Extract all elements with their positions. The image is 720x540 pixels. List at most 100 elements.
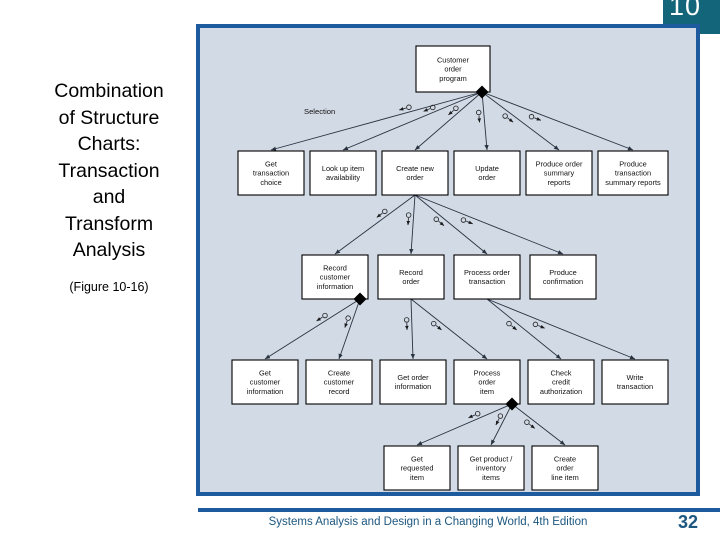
node-produce-order-summary-reports[interactable]: Produce ordersummaryreports — [525, 150, 593, 196]
figure-caption: (Figure 10-16) — [69, 279, 149, 294]
data-couple-record-order — [405, 212, 412, 226]
data-couple-produce-order-summary-reports — [502, 113, 514, 123]
node-update-order[interactable]: Updateorder — [453, 150, 521, 196]
node-label-create-new-order: order — [406, 173, 424, 182]
node-label-process-order-item: order — [478, 378, 496, 387]
data-couple-record-customer-information — [376, 208, 388, 218]
node-label-get-customer-information: information — [247, 387, 284, 396]
node-label-create-order-line-item: line item — [551, 473, 579, 482]
node-label-process-order-item: Process — [474, 368, 501, 377]
footer-citation: Systems Analysis and Design in a Changin… — [268, 516, 588, 528]
node-label-get-requested-item: item — [410, 473, 424, 482]
node-label-get-requested-item: requested — [401, 464, 434, 473]
node-process-order-item[interactable]: Processorderitem — [453, 359, 521, 411]
connector-create-new-order-to-process-order-transaction — [414, 194, 488, 255]
data-couple-get-transaction-choice — [399, 104, 412, 111]
node-label-customer-order-program: Customer — [437, 55, 470, 64]
connector-process-order-item-to-create-order-line-item — [511, 403, 566, 446]
node-produce-transaction-summary-reports[interactable]: Producetransactionsummary reports — [597, 150, 669, 196]
data-couple-produce-confirmation — [460, 217, 473, 225]
connector-record-customer-information-to-create-customer-record — [338, 298, 361, 360]
node-label-write-transaction: transaction — [617, 382, 653, 391]
node-label-get-product-inventory-items: inventory — [476, 464, 506, 473]
node-layer: CustomerorderprogramGettransactionchoice… — [231, 45, 669, 491]
connector-customer-order-program-to-create-new-order — [414, 91, 483, 151]
node-label-create-new-order: Create new — [396, 164, 434, 173]
node-record-customer-information[interactable]: Recordcustomerinformation — [301, 254, 369, 306]
title-area: Combination of Structure Charts: Transac… — [18, 78, 200, 294]
connector-customer-order-program-to-update-order — [481, 91, 489, 151]
node-process-order-transaction[interactable]: Process ordertransaction — [453, 254, 521, 300]
node-customer-order-program[interactable]: Customerorderprogram — [415, 45, 491, 99]
node-get-customer-information[interactable]: Getcustomerinformation — [231, 359, 299, 405]
node-look-up-item-availability[interactable]: Look up itemavailability — [309, 150, 377, 196]
connector-create-new-order-to-record-order — [409, 194, 416, 255]
node-label-produce-order-summary-reports: summary — [544, 169, 575, 178]
data-couple-check-credit-authorization — [506, 320, 517, 331]
data-couple-get-customer-information — [316, 312, 328, 322]
connector-process-order-transaction-to-check-credit-authorization — [486, 298, 562, 360]
chapter-number: 10 — [669, 0, 702, 21]
node-label-get-customer-information: customer — [250, 378, 281, 387]
node-create-new-order[interactable]: Create neworder — [381, 150, 449, 196]
node-label-create-order-line-item: order — [556, 464, 574, 473]
node-produce-confirmation[interactable]: Produceconfirmation — [529, 254, 597, 300]
node-get-transaction-choice[interactable]: Gettransactionchoice — [237, 150, 305, 196]
node-label-check-credit-authorization: authorization — [540, 387, 582, 396]
node-label-customer-order-program: order — [444, 65, 462, 74]
node-label-get-product-inventory-items: Get product / — [470, 454, 514, 463]
node-label-produce-transaction-summary-reports: summary reports — [605, 178, 661, 187]
node-label-get-transaction-choice: Get — [265, 159, 277, 168]
node-get-requested-item[interactable]: Getrequesteditem — [383, 445, 451, 491]
node-label-customer-order-program: program — [439, 74, 467, 83]
connector-process-order-transaction-to-write-transaction — [486, 298, 636, 360]
connector-customer-order-program-to-produce-order-summary-reports — [481, 91, 560, 151]
data-couple-get-requested-item — [468, 411, 481, 419]
node-get-order-information[interactable]: Get orderinformation — [379, 359, 447, 405]
node-label-get-customer-information: Get — [259, 368, 271, 377]
connector-create-new-order-to-produce-confirmation — [414, 194, 564, 255]
node-label-create-customer-record: record — [329, 387, 350, 396]
node-write-transaction[interactable]: Writetransaction — [601, 359, 669, 405]
node-label-record-order: order — [402, 277, 420, 286]
node-label-check-credit-authorization: credit — [552, 378, 570, 387]
node-label-update-order: Update — [475, 164, 499, 173]
node-create-customer-record[interactable]: Createcustomerrecord — [305, 359, 373, 405]
node-label-check-credit-authorization: Check — [551, 368, 572, 377]
node-label-create-customer-record: Create — [328, 368, 350, 377]
node-create-order-line-item[interactable]: Createorderline item — [531, 445, 599, 491]
node-label-get-transaction-choice: choice — [260, 178, 281, 187]
node-label-record-order: Record — [399, 268, 423, 277]
node-label-process-order-item: item — [480, 387, 494, 396]
label-layer: Selection — [304, 107, 335, 116]
node-label-get-requested-item: Get — [411, 454, 423, 463]
data-couple-process-order-item — [431, 320, 442, 331]
page-number: 32 — [678, 512, 699, 532]
data-couple-update-order — [476, 109, 482, 123]
node-label-produce-confirmation: Produce — [549, 268, 577, 277]
data-couple-process-order-transaction — [433, 216, 445, 226]
connector-customer-order-program-to-produce-transaction-summary-reports — [481, 91, 634, 151]
node-label-produce-transaction-summary-reports: Produce — [619, 159, 647, 168]
node-get-product-inventory-items[interactable]: Get product /inventoryitems — [457, 445, 525, 491]
node-label-process-order-transaction: transaction — [469, 277, 505, 286]
connector-record-customer-information-to-get-customer-information — [264, 298, 361, 360]
footer-divider — [198, 508, 720, 512]
connector-process-order-item-to-get-requested-item — [416, 403, 513, 446]
node-label-look-up-item-availability: Look up item — [322, 164, 364, 173]
node-label-produce-order-summary-reports: Produce order — [536, 159, 583, 168]
data-couple-create-customer-record — [344, 315, 351, 328]
node-label-record-customer-information: information — [317, 282, 354, 291]
connector-process-order-item-to-get-product-inventory-items — [490, 403, 513, 446]
node-label-update-order: order — [478, 173, 496, 182]
page-title: Combination of Structure Charts: Transac… — [54, 80, 164, 261]
node-check-credit-authorization[interactable]: Checkcreditauthorization — [527, 359, 595, 405]
node-label-get-order-information: Get order — [397, 373, 429, 382]
node-record-order[interactable]: Recordorder — [377, 254, 445, 300]
node-label-process-order-transaction: Process order — [464, 268, 511, 277]
structure-chart-svg: CustomerorderprogramGettransactionchoice… — [231, 45, 669, 491]
connector-record-order-to-get-order-information — [410, 298, 415, 360]
node-label-record-customer-information: Record — [323, 263, 347, 272]
structure-chart-panel: Customer order program Get transaction choice… — [196, 24, 700, 496]
connector-customer-order-program-to-look-up-item-availability — [342, 91, 483, 151]
